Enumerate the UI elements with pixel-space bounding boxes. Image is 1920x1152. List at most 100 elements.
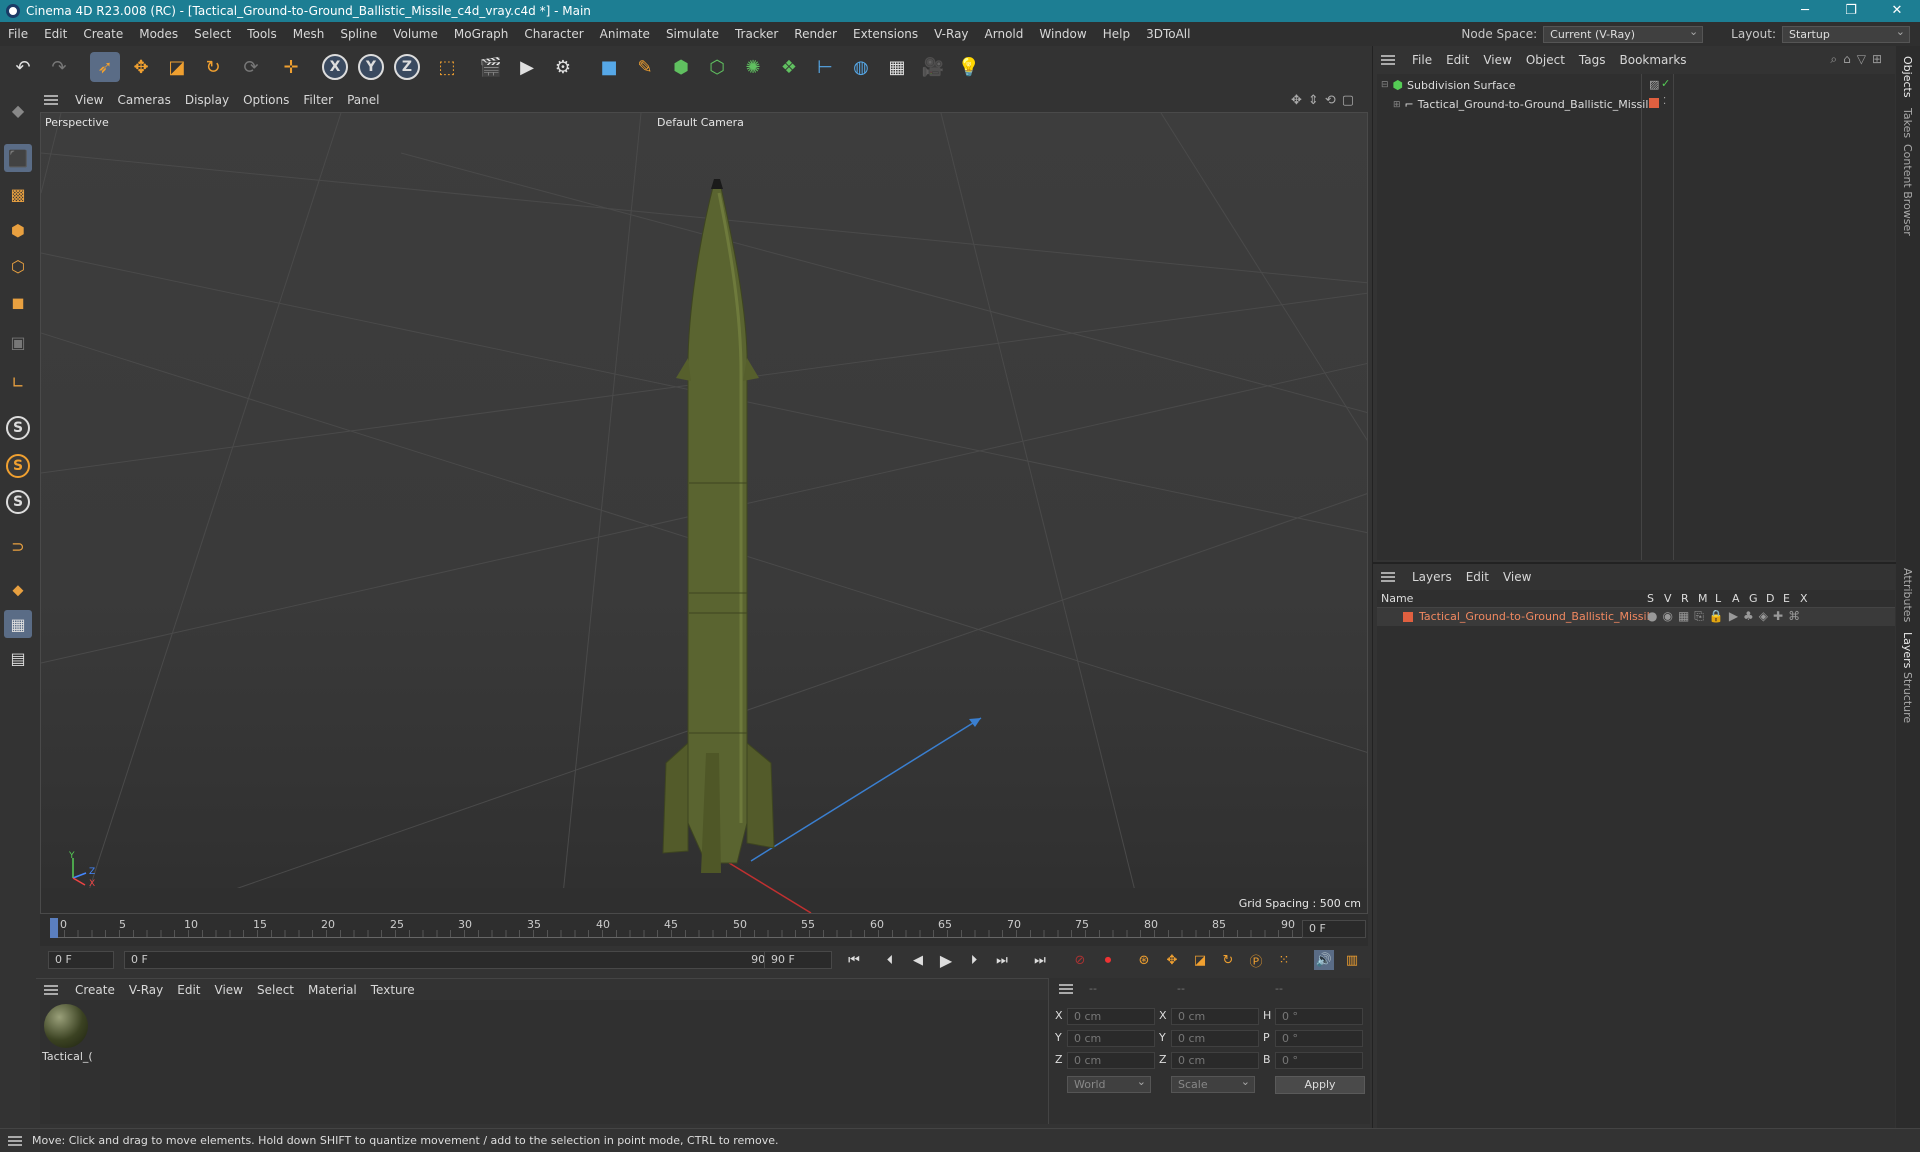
extrude-generator-icon[interactable]: ⬡ (702, 52, 732, 82)
uv-mode-icon[interactable]: ▣ (4, 328, 32, 356)
material-preview-sphere[interactable] (44, 1004, 88, 1048)
maximize-button[interactable]: ❐ (1828, 0, 1874, 22)
x-axis-lock-icon[interactable]: X (322, 54, 348, 80)
playhead[interactable] (50, 918, 58, 938)
previous-frame-icon[interactable]: ◀ (908, 950, 928, 970)
end-frame-field[interactable]: 90 F (764, 951, 832, 969)
current-frame-field[interactable]: 0 F (1302, 920, 1366, 938)
workplane-icon[interactable]: ⬥ (4, 576, 32, 604)
deformer-icon[interactable]: ⊢ (810, 52, 840, 82)
coordinate-system-icon[interactable]: ⬚ (432, 52, 462, 82)
menu-select[interactable]: Select (186, 27, 239, 41)
layers-menu-layers[interactable]: Layers (1405, 570, 1459, 584)
timeline-window-icon[interactable]: ▥ (1342, 950, 1362, 970)
menu-arnold[interactable]: Arnold (977, 27, 1032, 41)
object-menu-bookmarks[interactable]: Bookmarks (1613, 53, 1694, 67)
move-tool-icon[interactable]: ✥ (126, 52, 156, 82)
floor-environment-icon[interactable]: ▦ (882, 52, 912, 82)
rotate-tool-icon[interactable]: ↻ (198, 52, 228, 82)
go-to-start-icon[interactable]: ⏮ (844, 950, 864, 970)
close-button[interactable]: ✕ (1874, 0, 1920, 22)
object-menu-file[interactable]: File (1405, 53, 1439, 67)
menu-render[interactable]: Render (786, 27, 845, 41)
rot-b-field[interactable]: 0 ° (1275, 1052, 1363, 1069)
object-search-filter-icons[interactable]: ⌕⌂▽⊞ (1830, 52, 1888, 67)
layers-hamburger-icon[interactable] (1381, 572, 1395, 582)
material-menu-vray[interactable]: V-Ray (122, 983, 170, 997)
menu-simulate[interactable]: Simulate (658, 27, 727, 41)
status-hamburger-icon[interactable] (8, 1135, 22, 1146)
layout-dropdown[interactable]: Startup (1782, 24, 1910, 43)
object-menu-tags[interactable]: Tags (1572, 53, 1613, 67)
edge-mode-icon[interactable]: ⬡ (4, 252, 32, 280)
play-icon[interactable]: ▶ (936, 950, 956, 970)
node-space-dropdown[interactable]: Current (V-Ray) (1543, 24, 1704, 43)
menu-mograph[interactable]: MoGraph (446, 27, 517, 41)
layers-menu-view[interactable]: View (1496, 570, 1538, 584)
menu-extensions[interactable]: Extensions (845, 27, 926, 41)
z-axis-lock-icon[interactable]: Z (394, 54, 420, 80)
viewport-menu-cameras[interactable]: Cameras (110, 93, 177, 107)
recent-tools-icon[interactable]: ⟳ (236, 52, 266, 82)
material-name[interactable]: Tactical_( (42, 1050, 93, 1063)
coord-system-dropdown[interactable]: World (1067, 1074, 1151, 1093)
record-keys-icon[interactable]: ⊘ (1070, 950, 1090, 970)
undo-icon[interactable]: ↶ (8, 52, 38, 82)
select-tool-icon[interactable]: ➶ (90, 52, 120, 82)
frame-range-slider[interactable]: 0 F 90 F (124, 951, 784, 969)
menu-file[interactable]: File (0, 27, 36, 41)
object-list[interactable]: ⊟ ⬢ Subdivision Surface ▨ ✓ ⊞ ⌐ Tactical… (1377, 74, 1895, 560)
next-key-icon[interactable]: ⏭ (992, 950, 1012, 970)
menu-vray[interactable]: V-Ray (926, 27, 976, 41)
missile-model[interactable] (662, 179, 775, 873)
material-menu-view[interactable]: View (208, 983, 250, 997)
field-icon[interactable]: ◍ (846, 52, 876, 82)
render-settings-icon[interactable]: ⚙ (548, 52, 578, 82)
menu-help[interactable]: Help (1095, 27, 1138, 41)
timeline-ruler[interactable]: 0 5 10 15 20 25 30 35 40 45 50 55 60 65 … (40, 914, 1368, 946)
3d-viewport[interactable]: Perspective Default Camera Y Z X Grid Sp… (40, 112, 1368, 914)
cloner-icon[interactable]: ✺ (738, 52, 768, 82)
layer-toggle-icons[interactable]: ●◉▦⎘🔒▶♣◈✚⌘ (1647, 609, 1805, 624)
menu-window[interactable]: Window (1031, 27, 1094, 41)
material-menu-edit[interactable]: Edit (170, 983, 207, 997)
menu-character[interactable]: Character (516, 27, 591, 41)
viewport-menu-view[interactable]: View (68, 93, 110, 107)
menu-create[interactable]: Create (75, 27, 131, 41)
visibility-dots-icon[interactable]: ⁚ (1663, 96, 1666, 107)
apply-button[interactable]: Apply (1275, 1076, 1365, 1094)
menu-mesh[interactable]: Mesh (285, 27, 333, 41)
pos-z-field[interactable]: 0 cm (1067, 1052, 1155, 1069)
coords-hamburger-icon[interactable] (1059, 984, 1073, 994)
scale-tool-icon[interactable]: ◪ (162, 52, 192, 82)
next-frame-icon[interactable]: ⏵ (964, 950, 984, 970)
object-hamburger-icon[interactable] (1381, 55, 1395, 65)
light-icon[interactable]: 💡 (954, 52, 984, 82)
object-menu-view[interactable]: View (1476, 53, 1518, 67)
model-mode-icon[interactable]: ⬛ (4, 144, 32, 172)
layers-menu-edit[interactable]: Edit (1459, 570, 1496, 584)
material-menu-material[interactable]: Material (301, 983, 364, 997)
material-menu-create[interactable]: Create (68, 983, 122, 997)
viewport-nav-icons[interactable]: ✥⇕⟲▢ (1291, 93, 1360, 108)
menu-spline[interactable]: Spline (332, 27, 385, 41)
go-to-end-icon[interactable]: ⏭ (1030, 950, 1050, 970)
viewport-menu-panel[interactable]: Panel (340, 93, 386, 107)
object-name[interactable]: Subdivision Surface (1407, 79, 1515, 92)
tab-attributes[interactable]: Attributes (1901, 568, 1914, 622)
size-y-field[interactable]: 0 cm (1171, 1030, 1259, 1047)
menu-animate[interactable]: Animate (592, 27, 658, 41)
subdivision-surface-icon[interactable]: ⬢ (666, 52, 696, 82)
pos-y-field[interactable]: 0 cm (1067, 1030, 1155, 1047)
menu-tracker[interactable]: Tracker (727, 27, 786, 41)
layer-color-swatch[interactable] (1649, 98, 1659, 108)
tab-content-browser[interactable]: Content Browser (1901, 144, 1914, 236)
collapse-icon[interactable]: ⊟ (1381, 80, 1389, 90)
expand-icon[interactable]: ⊞ (1393, 100, 1401, 110)
pen-spline-icon[interactable]: ✎ (630, 52, 660, 82)
material-menu-select[interactable]: Select (250, 983, 301, 997)
tab-layers[interactable]: Layers (1901, 632, 1914, 668)
key-scale-icon[interactable]: ◪ (1190, 950, 1210, 970)
key-parameter-icon[interactable]: Ⓟ (1246, 950, 1266, 970)
camera-icon[interactable]: 🎥 (918, 52, 948, 82)
